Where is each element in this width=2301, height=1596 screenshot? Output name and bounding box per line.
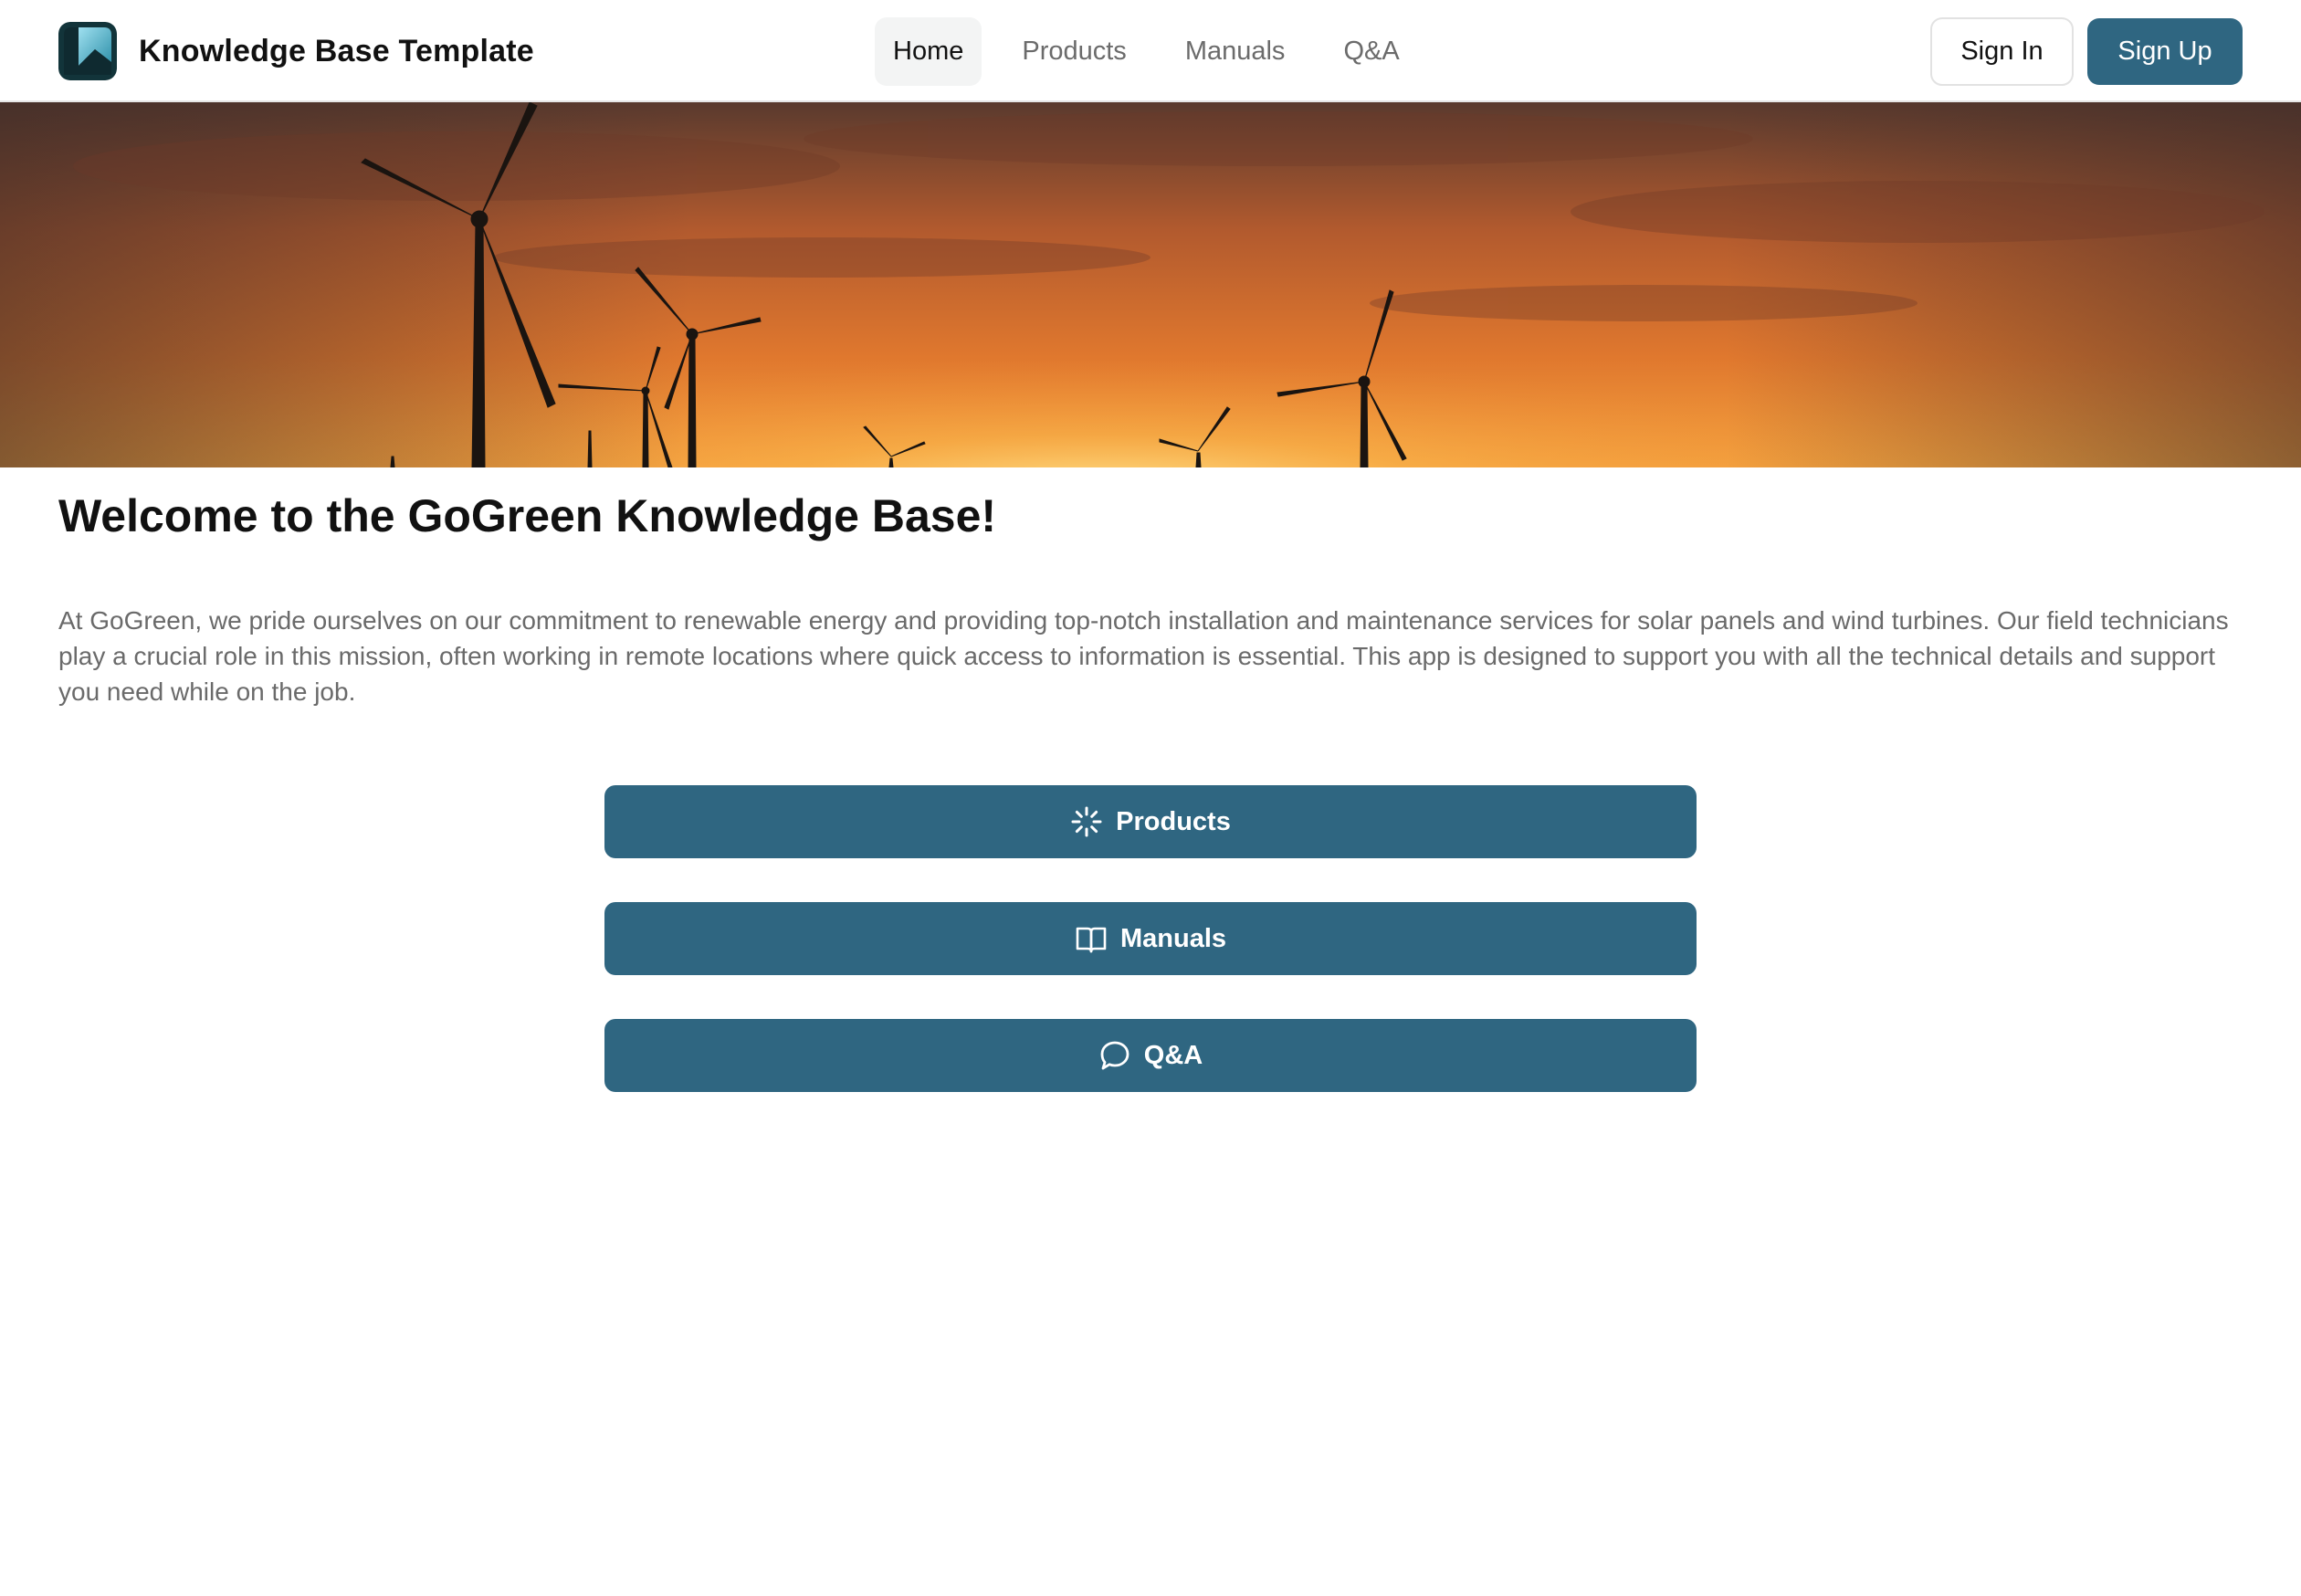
brand[interactable]: Knowledge Base Template [58,22,534,80]
page-title: Welcome to the GoGreen Knowledge Base! [58,490,997,541]
nav-home[interactable]: Home [875,17,982,86]
nav-products[interactable]: Products [1003,17,1144,86]
products-button[interactable]: Products [604,785,1697,858]
qa-button[interactable]: Q&A [604,1019,1697,1092]
speech-bubble-icon [1098,1039,1131,1072]
loader-icon [1070,805,1103,838]
wind-turbines-sunset-banner [0,102,2301,467]
intro-paragraph: At GoGreen, we pride ourselves on our co… [58,606,2229,706]
hero-banner [0,102,2301,467]
products-button-label: Products [1116,806,1231,836]
nav-manuals[interactable]: Manuals [1167,17,1304,86]
manuals-button[interactable]: Manuals [604,902,1697,975]
open-book-icon [1075,922,1108,955]
bookmark-logo-icon [58,22,117,80]
manuals-button-label: Manuals [1119,923,1227,953]
sign-in-button[interactable]: Sign In [1930,17,2074,86]
auth-buttons: Sign In Sign Up [1930,17,2243,86]
top-navigation-bar: Knowledge Base Template Home Products Ma… [0,0,2301,102]
nav-qa[interactable]: Q&A [1325,17,1417,86]
qa-button-label: Q&A [1143,1040,1203,1070]
brand-name: Knowledge Base Template [139,33,534,68]
main-nav: Home Products Manuals Q&A [875,17,1440,86]
sign-up-button[interactable]: Sign Up [2087,18,2243,85]
